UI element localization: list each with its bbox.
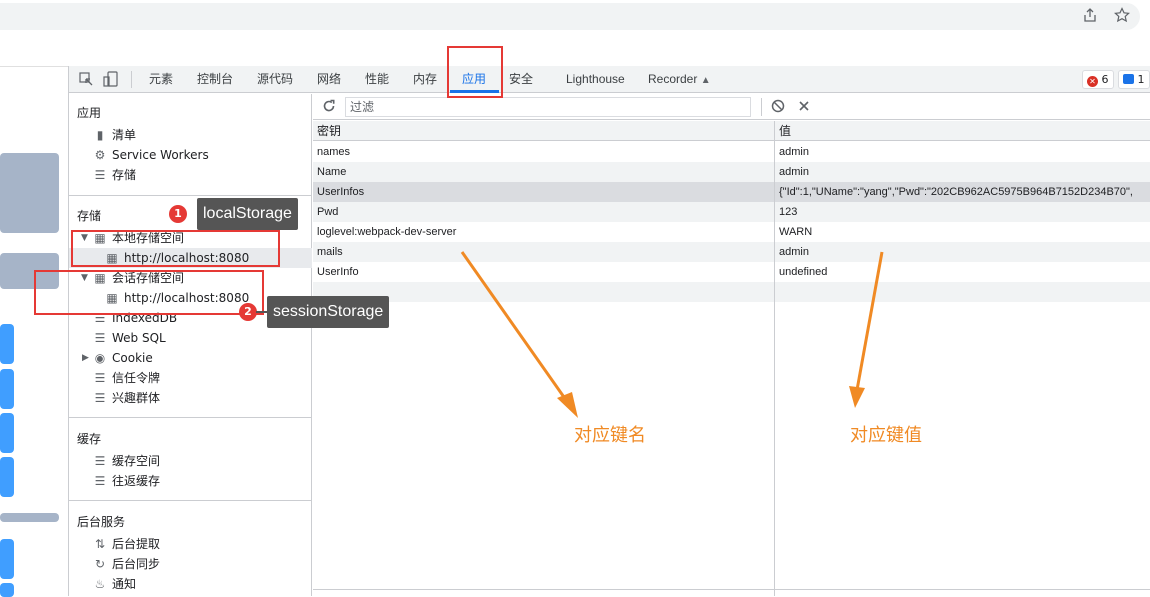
arrow-value-line [855, 251, 884, 391]
arrow-value-head [849, 386, 865, 408]
arrow-key-line [460, 251, 568, 401]
annotation-value-label: 对应键值 [850, 425, 922, 446]
annotation-arrows [460, 251, 884, 418]
arrow-key-head [557, 392, 578, 418]
annotation-key-label: 对应键名 [574, 425, 646, 446]
